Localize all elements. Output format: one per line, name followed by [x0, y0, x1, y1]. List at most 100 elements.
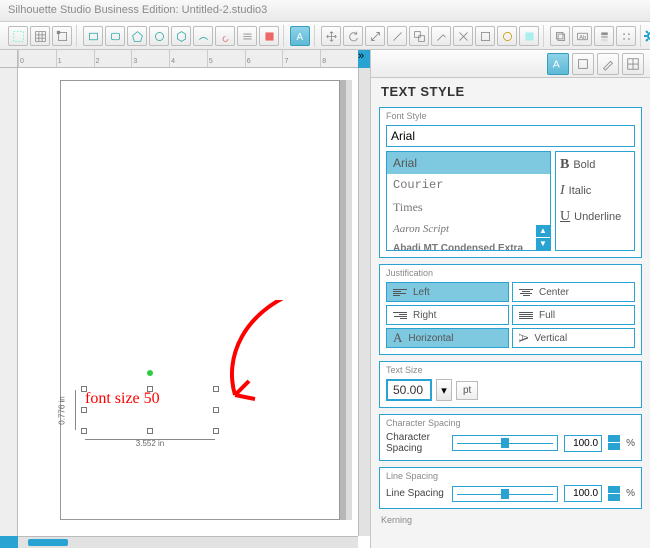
line-spacing-slider[interactable] [452, 486, 558, 502]
scrollbar-thumb[interactable] [28, 539, 68, 546]
misc3-icon[interactable] [497, 26, 517, 46]
font-list-item[interactable]: Times [387, 196, 550, 219]
stack-icon[interactable] [594, 26, 614, 46]
line-spacing-text: Line Spacing [386, 488, 446, 499]
handle-top-right[interactable] [213, 386, 219, 392]
text-horizontal-button[interactable]: AHorizontal [386, 328, 509, 348]
move-icon[interactable] [321, 26, 341, 46]
justify-right-button[interactable]: Right [386, 305, 509, 325]
misc2-icon[interactable] [475, 26, 495, 46]
font-list-item[interactable]: Arial [387, 152, 550, 174]
group-icon[interactable] [409, 26, 429, 46]
text-size-dropdown-icon[interactable]: ▾ [436, 379, 452, 401]
char-spacing-slider[interactable] [452, 435, 558, 451]
kerning-label: Kerning [381, 515, 650, 525]
panel-tab-square-icon[interactable] [572, 53, 594, 75]
dimension-height: 0.776 in [47, 390, 77, 430]
ruler-end-h[interactable]: » [358, 50, 370, 68]
text-selection-box[interactable]: 0.776 in font size 50 3.552 in [85, 390, 215, 430]
text-size-unit[interactable]: pt [456, 381, 478, 400]
text-tool-icon[interactable]: A [290, 26, 310, 46]
svg-text:A: A [553, 58, 560, 70]
shape-gradient-icon[interactable] [259, 26, 279, 46]
scrollbar-vertical[interactable] [358, 68, 370, 536]
justify-center-button[interactable]: Center [512, 282, 635, 302]
svg-text:A: A [296, 31, 303, 42]
line-icon[interactable] [387, 26, 407, 46]
main-toolbar: A Ab [0, 22, 650, 50]
panel-tab-pen-icon[interactable] [597, 53, 619, 75]
handle-bot-mid[interactable] [147, 428, 153, 434]
handle-mid-right[interactable] [213, 407, 219, 413]
font-list-item[interactable]: Abadi MT Condensed Extra [387, 239, 550, 251]
misc1-icon[interactable] [453, 26, 473, 46]
font-list-down-icon[interactable]: ▼ [536, 238, 550, 250]
font-list-item[interactable]: Courier [387, 174, 550, 196]
tool-grid-icon[interactable] [30, 26, 50, 46]
shape-rect-icon[interactable] [83, 26, 103, 46]
scale-icon[interactable] [365, 26, 385, 46]
dimension-width: 3.552 in [85, 439, 215, 448]
handle-mid-left[interactable] [81, 407, 87, 413]
slider-knob[interactable] [501, 438, 509, 448]
window-titlebar: Silhouette Studio Business Edition: Unti… [0, 0, 650, 22]
text-vertical-button[interactable]: AVertical [512, 328, 635, 348]
dots-icon[interactable] [616, 26, 636, 46]
panel-tab-grid-icon[interactable] [622, 53, 644, 75]
line-spacing-section: Line Spacing Line Spacing 100.0 % [379, 467, 642, 509]
shape-polygon-icon[interactable] [171, 26, 191, 46]
italic-toggle[interactable]: IItalic [556, 178, 634, 204]
line-spacing-input[interactable]: 100.0 [564, 485, 602, 502]
line-spacing-up-icon[interactable] [608, 486, 620, 493]
knife-icon[interactable] [431, 26, 451, 46]
justify-full-button[interactable]: Full [512, 305, 635, 325]
shape-arc-icon[interactable] [193, 26, 213, 46]
justify-left-button[interactable]: Left [386, 282, 509, 302]
underline-toggle[interactable]: UUnderline [556, 204, 634, 230]
ruler-horizontal: 012345678 [18, 50, 358, 68]
font-list[interactable]: Arial Courier Times Aaron Script Abadi M… [386, 151, 551, 251]
font-list-item[interactable]: Aaron Script [387, 219, 550, 239]
line-spacing-label: Line Spacing [386, 471, 635, 481]
svg-text:Ab: Ab [579, 34, 586, 40]
panel-tab-row: A [371, 50, 650, 78]
ruler-end-v[interactable] [0, 536, 18, 548]
rotate-icon[interactable] [343, 26, 363, 46]
document-page[interactable] [60, 80, 340, 520]
char-spacing-label: Character Spacing [386, 418, 635, 428]
justification-section: Justification Left Center Right Full AHo… [379, 264, 642, 355]
handle-bot-left[interactable] [81, 428, 87, 434]
canvas-area[interactable]: 012345678 » 0.776 in font size 50 3.552 … [0, 50, 370, 548]
rotate-handle[interactable] [147, 370, 153, 376]
character-spacing-section: Character Spacing Character Spacing 100.… [379, 414, 642, 461]
bold-toggle[interactable]: BBold [556, 152, 634, 178]
text-size-label: Text Size [386, 365, 635, 375]
misc4-icon[interactable] [519, 26, 539, 46]
tool-registration-icon[interactable] [52, 26, 72, 46]
panel-tab-textstyle-icon[interactable]: A [547, 53, 569, 75]
tool-select-icon[interactable] [8, 26, 28, 46]
textbox-icon[interactable]: Ab [572, 26, 592, 46]
settings-gear-icon[interactable] [643, 26, 650, 46]
text-size-input[interactable]: 50.00 [386, 379, 432, 401]
copy-icon[interactable] [550, 26, 570, 46]
shape-lines-icon[interactable] [237, 26, 257, 46]
text-object[interactable]: font size 50 [85, 390, 215, 408]
char-spacing-input[interactable]: 100.0 [564, 435, 602, 452]
line-spacing-down-icon[interactable] [608, 494, 620, 501]
shape-spiral-icon[interactable] [215, 26, 235, 46]
char-spacing-down-icon[interactable] [608, 443, 620, 450]
font-list-up-icon[interactable]: ▲ [536, 225, 550, 237]
shape-roundrect-icon[interactable] [105, 26, 125, 46]
text-size-section: Text Size 50.00 ▾ pt [379, 361, 642, 408]
font-name-input[interactable] [386, 125, 635, 147]
panel-title: TEXT STYLE [371, 78, 650, 105]
scrollbar-horizontal[interactable] [18, 536, 358, 548]
shape-pentagon-icon[interactable] [127, 26, 147, 46]
shape-circle-icon[interactable] [149, 26, 169, 46]
handle-bot-right[interactable] [213, 428, 219, 434]
handle-top-mid[interactable] [147, 386, 153, 392]
char-spacing-up-icon[interactable] [608, 435, 620, 442]
handle-top-left[interactable] [81, 386, 87, 392]
slider-knob[interactable] [501, 489, 509, 499]
